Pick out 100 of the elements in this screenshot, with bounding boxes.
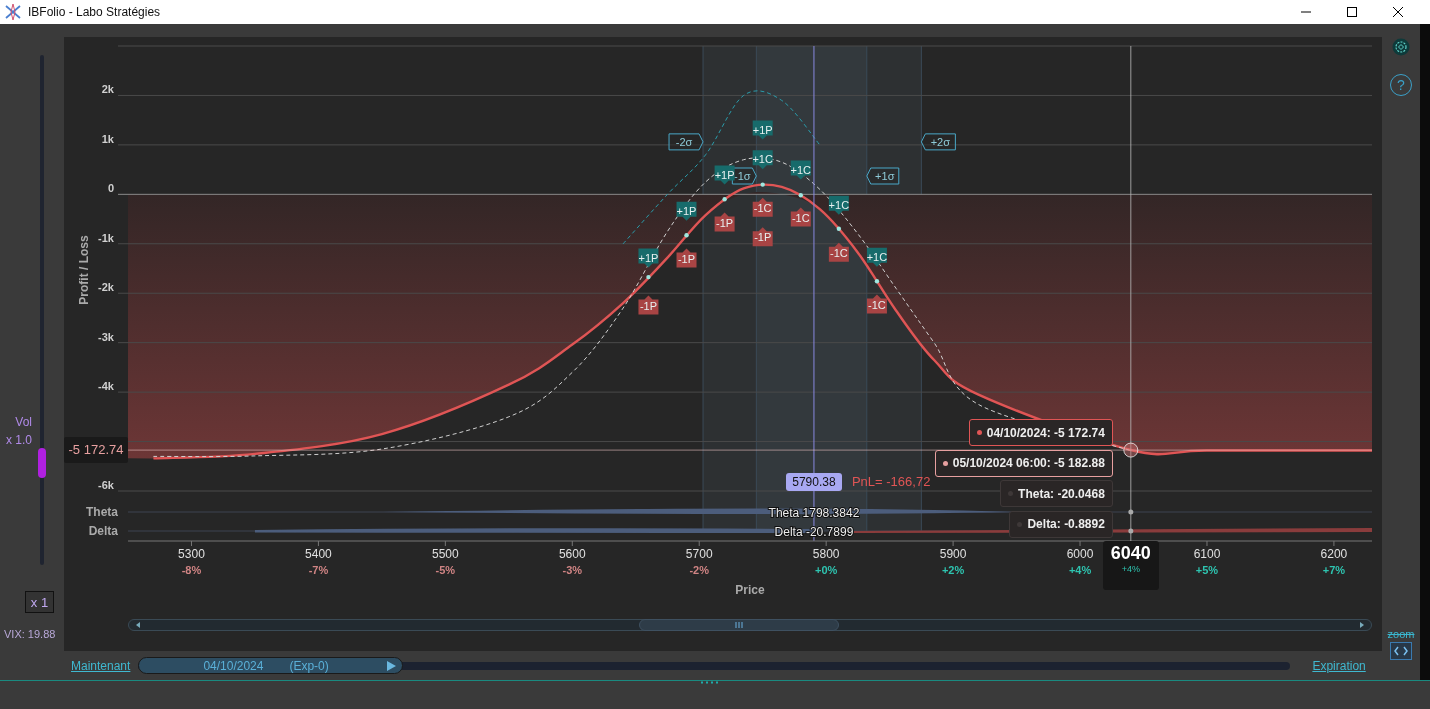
tooltip-text: 05/10/2024 06:00: -5 182.88	[952, 456, 1105, 470]
price-change-label: +2%	[941, 564, 965, 576]
long-leg-tag: +1C	[828, 195, 850, 215]
greek-row-label: Theta	[86, 505, 118, 519]
sigma-marker: +1σ	[866, 167, 900, 185]
grip-icon	[735, 622, 743, 628]
long-leg-tag: +1C	[866, 247, 888, 267]
short-leg-tag: -1P	[714, 212, 735, 232]
x-tick-label: 6000	[1066, 547, 1094, 561]
greek-value: Theta 1798.3842	[768, 506, 860, 520]
x-tick-label: 6200	[1320, 547, 1348, 561]
horizontal-scrollbar[interactable]	[128, 619, 1372, 631]
short-leg-tag: -1P	[752, 227, 773, 247]
tooltip-text: Delta: -0.8892	[1027, 517, 1105, 531]
x-tick-label: 6100	[1193, 547, 1221, 561]
y-value-readout: -5 172.74	[64, 437, 128, 464]
price-change-label: -7%	[308, 564, 329, 576]
y-tick-label: -1k	[98, 231, 114, 244]
price-change-label: -3%	[562, 564, 583, 576]
price-change-label: +0%	[815, 564, 838, 576]
expiry-label: (Exp-0)	[289, 658, 329, 673]
vol-label: Vol	[15, 414, 32, 431]
greek-point	[1128, 509, 1134, 515]
tooltip-text: Theta: -20.0468	[1018, 486, 1105, 501]
tooltip-text: 04/10/2024: -5 172.74	[986, 425, 1105, 440]
close-icon[interactable]	[1392, 6, 1404, 18]
y-tick-label: 2k	[101, 83, 114, 96]
multiplier-button[interactable]: x 1	[25, 591, 54, 613]
zoom-fit-icon[interactable]	[1390, 642, 1412, 660]
resize-handle-icon[interactable]	[700, 681, 720, 684]
vix-value: VIX: 19.88	[4, 628, 57, 640]
scroll-right-icon[interactable]	[1358, 621, 1366, 629]
strike-dot	[760, 182, 765, 187]
strike-dot	[874, 279, 880, 284]
short-leg-tag: -1C	[866, 294, 887, 314]
x-tick-label: 5300	[178, 547, 205, 561]
x-tick-label: 5600	[558, 547, 586, 561]
x-axis-title: Price	[735, 583, 765, 597]
price-change-label: +7%	[1322, 564, 1346, 576]
price-change-label: -2%	[689, 564, 709, 576]
now-link[interactable]: Maintenant	[71, 658, 131, 673]
y-tick-label: 1k	[101, 132, 114, 145]
settings-icon[interactable]	[1392, 38, 1410, 56]
cursor-change: +4%	[1121, 564, 1140, 574]
strike-dot	[684, 233, 689, 238]
long-leg-tag: +1P	[714, 165, 735, 185]
y-tick-label: -4k	[98, 380, 114, 393]
zoom-label: zoom	[1387, 628, 1415, 640]
price-change-label: +5%	[1195, 564, 1219, 576]
strike-dot	[798, 193, 803, 198]
expiration-link[interactable]: Expiration	[1312, 658, 1366, 673]
pnl-value: PnL= -166,72	[851, 474, 931, 489]
play-icon[interactable]	[387, 660, 397, 671]
long-leg-tag: +1C	[790, 160, 812, 180]
y-tick-label: -6k	[98, 479, 114, 491]
short-leg-tag: -1C	[752, 197, 773, 217]
long-leg-tag: +1P	[752, 120, 773, 140]
crosshair-point	[1123, 442, 1139, 458]
ref-line-label: -1σ	[734, 170, 751, 182]
long-leg-tag: +1C	[752, 150, 773, 170]
price-change-label: -5%	[435, 564, 456, 576]
current-price-badge: 5790.38	[785, 473, 842, 491]
y-tick-label: -3k	[98, 330, 114, 343]
strike-dot	[722, 197, 727, 202]
maximize-icon[interactable]	[1346, 6, 1358, 18]
cursor-price: 6040	[1110, 543, 1151, 564]
ref-line-label: -2σ	[675, 135, 693, 148]
x-tick-label: 5500	[432, 547, 459, 561]
scrollbar-thumb[interactable]	[639, 619, 839, 631]
long-leg-tag: +1P	[638, 248, 659, 268]
greek-point	[1128, 528, 1134, 534]
vol-value: x 1.0	[6, 432, 32, 449]
ref-line-label: +1σ	[875, 170, 895, 182]
app-logo-icon	[4, 3, 22, 21]
sigma-marker: -2σ	[668, 133, 704, 151]
timeline-date: 04/10/2024	[203, 658, 264, 673]
y-axis-title: Profit / Loss	[77, 235, 91, 305]
price-change-label: +4%	[1068, 564, 1092, 576]
long-leg-tag: +1P	[676, 201, 697, 221]
y-tick-label: 0	[107, 182, 114, 195]
y-tick-label: -2k	[98, 281, 114, 294]
strike-dot	[836, 226, 842, 231]
sigma-marker: +2σ	[920, 133, 956, 151]
x-tick-label: 5400	[305, 547, 332, 561]
timeline-fill[interactable]: 04/10/2024 (Exp-0)	[138, 657, 404, 674]
short-leg-tag: -1P	[638, 295, 659, 315]
short-leg-tag: -1C	[790, 207, 811, 227]
strike-dot	[646, 274, 651, 280]
short-leg-tag: -1P	[676, 248, 697, 268]
short-leg-tag: -1C	[828, 242, 849, 262]
window-title: IBFolio - Labo Stratégies	[28, 5, 161, 19]
ref-line-label: +2σ	[930, 135, 951, 148]
greek-value: Delta -20.7899	[774, 525, 854, 539]
x-tick-label: 5900	[939, 547, 967, 561]
price-change-label: -8%	[181, 564, 202, 576]
greek-row-label: Delta	[88, 524, 118, 538]
scroll-left-icon[interactable]	[134, 621, 142, 629]
vol-slider-thumb[interactable]	[38, 448, 46, 478]
x-tick-label: 5700	[685, 547, 713, 561]
x-tick-label: 5800	[812, 547, 840, 561]
